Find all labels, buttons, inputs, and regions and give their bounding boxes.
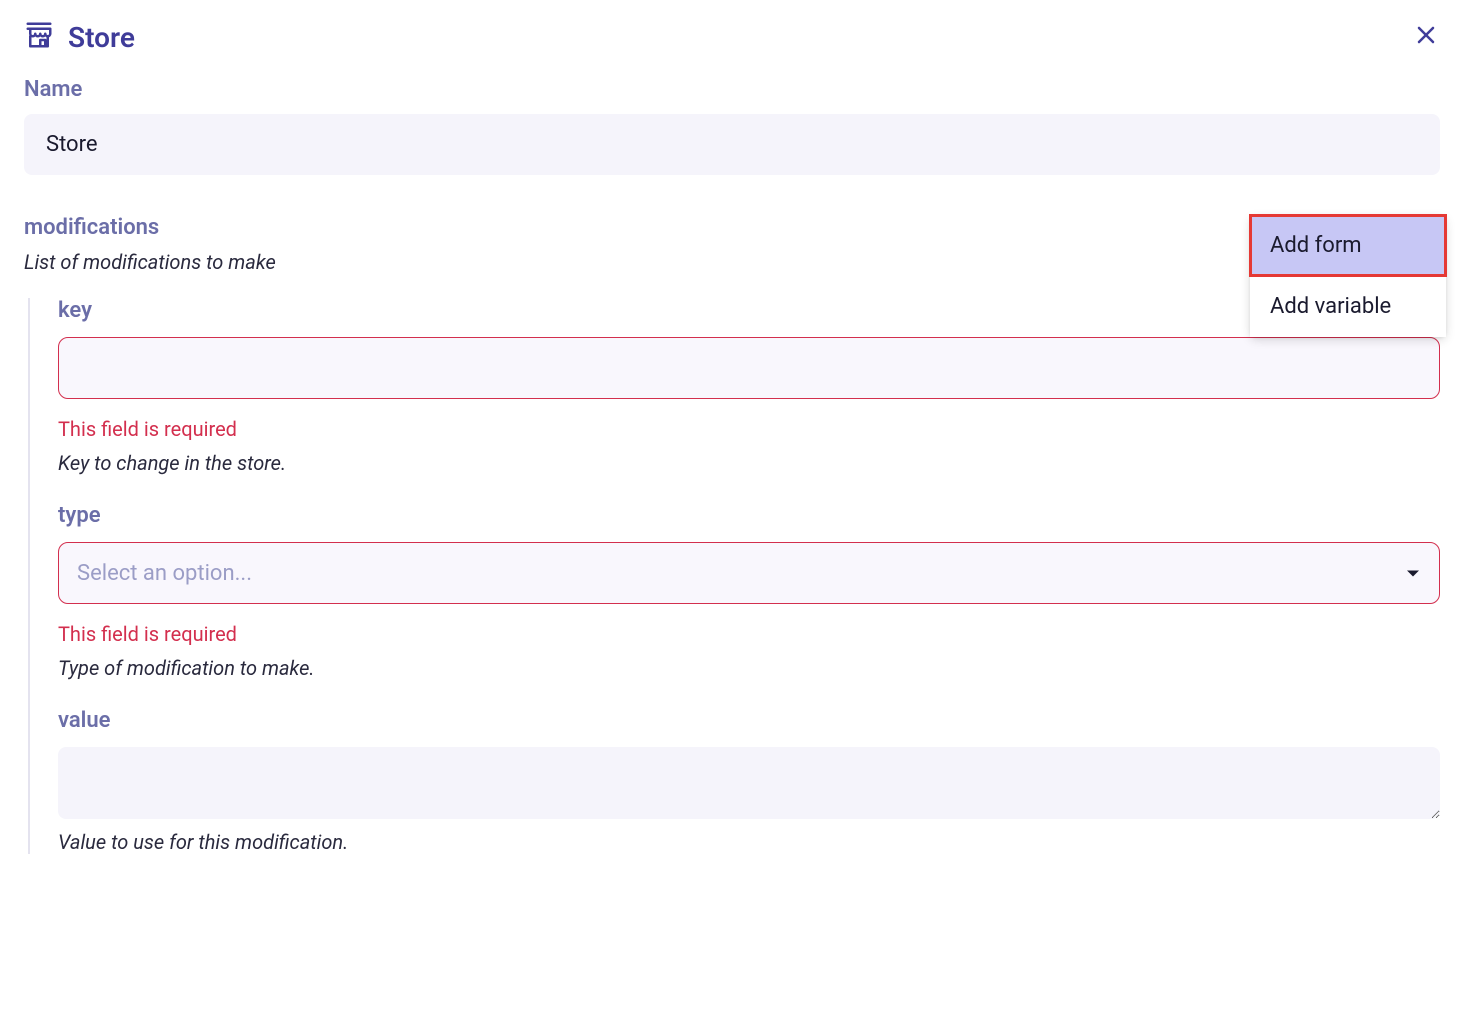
key-error: This field is required bbox=[58, 417, 1440, 441]
name-label: Name bbox=[24, 77, 1440, 102]
type-select[interactable]: Select an option... bbox=[58, 542, 1440, 604]
type-placeholder: Select an option... bbox=[77, 561, 252, 586]
dropdown-item-add-variable[interactable]: Add variable bbox=[1250, 276, 1446, 337]
key-input[interactable] bbox=[58, 337, 1440, 399]
key-help: Key to change in the store. bbox=[58, 451, 1440, 475]
modifications-section: modifications List of modifications to m… bbox=[24, 215, 1440, 854]
store-icon bbox=[24, 20, 54, 55]
panel-title: Store bbox=[68, 21, 135, 54]
value-input[interactable] bbox=[58, 747, 1440, 819]
type-field-group: type Select an option... This field is r… bbox=[58, 503, 1440, 680]
close-icon bbox=[1414, 23, 1438, 52]
value-label: value bbox=[58, 708, 1440, 733]
type-help: Type of modification to make. bbox=[58, 656, 1440, 680]
type-error: This field is required bbox=[58, 622, 1440, 646]
name-input[interactable] bbox=[24, 114, 1440, 175]
panel-header: Store bbox=[24, 20, 1440, 55]
dropdown-item-add-form[interactable]: Add form bbox=[1250, 215, 1446, 276]
header-left: Store bbox=[24, 20, 135, 55]
modifications-label: modifications bbox=[24, 215, 1440, 240]
key-label: key bbox=[58, 298, 1440, 323]
value-help: Value to use for this modification. bbox=[58, 830, 1440, 854]
value-field-group: value Value to use for this modification… bbox=[58, 708, 1440, 854]
type-select-wrapper: Select an option... bbox=[58, 542, 1440, 604]
type-label: type bbox=[58, 503, 1440, 528]
modification-item: key This field is required Key to change… bbox=[28, 298, 1440, 854]
close-button[interactable] bbox=[1412, 24, 1440, 52]
key-field-group: key This field is required Key to change… bbox=[58, 298, 1440, 475]
add-dropdown-menu: Add form Add variable bbox=[1250, 215, 1446, 337]
modifications-description: List of modifications to make bbox=[24, 250, 1440, 274]
